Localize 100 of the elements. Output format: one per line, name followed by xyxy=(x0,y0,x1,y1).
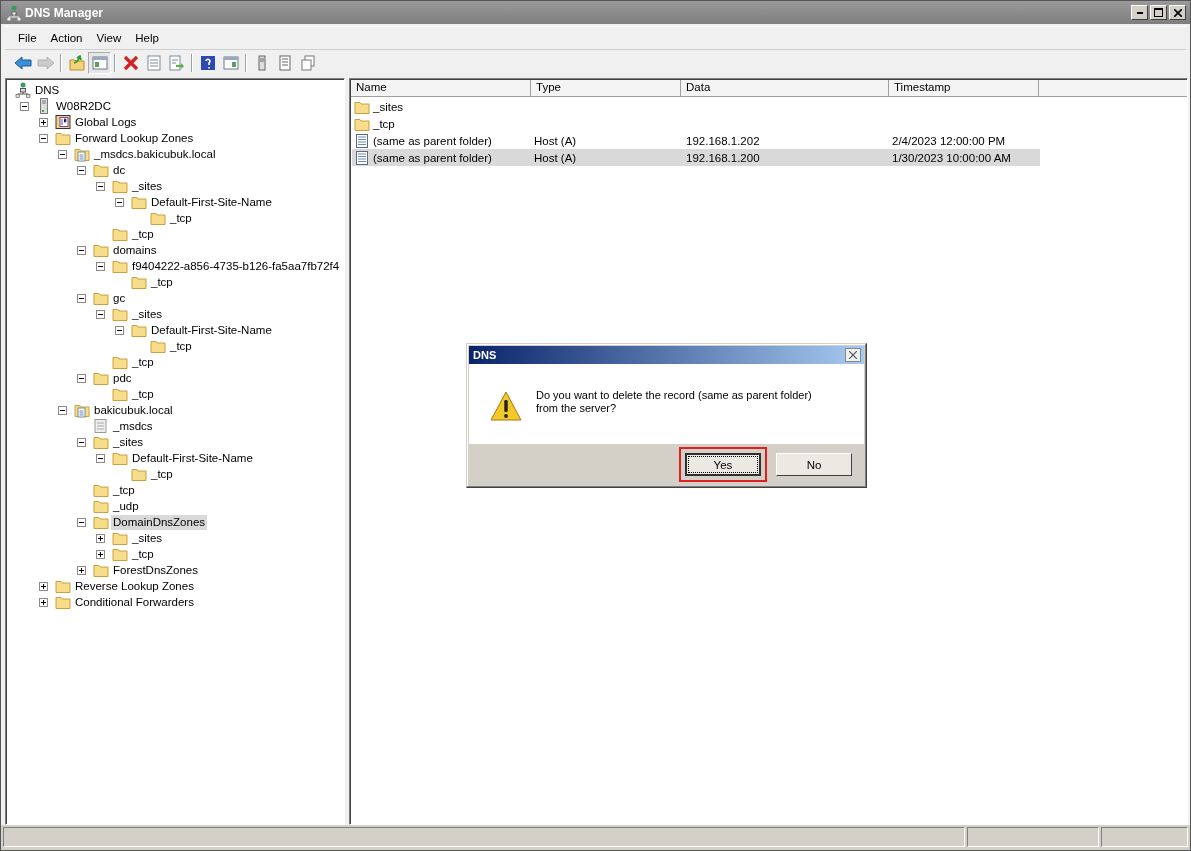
collapse-icon[interactable] xyxy=(77,245,86,255)
tree-item[interactable]: domains xyxy=(111,242,159,258)
document-icon xyxy=(145,55,162,71)
tree-item[interactable]: _udp xyxy=(111,498,141,514)
folder-icon xyxy=(93,498,109,514)
collapse-icon[interactable] xyxy=(115,325,124,335)
close-button[interactable] xyxy=(845,348,861,362)
maximize-button[interactable] xyxy=(1150,5,1167,20)
record-name: _sites xyxy=(373,100,404,113)
tree-item[interactable]: Default-First-Site-Name xyxy=(130,450,255,466)
folder-icon xyxy=(93,162,109,178)
folder-icon xyxy=(112,306,128,322)
tree-item[interactable]: _tcp xyxy=(149,466,175,482)
folder-icon xyxy=(93,370,109,386)
expand-icon[interactable] xyxy=(39,581,48,591)
record-type: Host (A) xyxy=(534,134,577,147)
back-arrow-icon xyxy=(13,55,32,71)
collapse-icon[interactable] xyxy=(96,261,105,271)
tree-item[interactable]: _tcp xyxy=(111,482,137,498)
collapse-icon[interactable] xyxy=(58,405,67,415)
tree-item[interactable]: _tcp xyxy=(168,338,194,354)
list-icon xyxy=(276,55,293,71)
tree-item[interactable]: gc xyxy=(111,290,128,306)
tree-item[interactable]: Reverse Lookup Zones xyxy=(73,578,196,594)
tree-item[interactable]: pdc xyxy=(111,370,134,386)
tree-item[interactable]: _sites xyxy=(130,306,165,322)
expand-icon[interactable] xyxy=(77,565,86,575)
expand-icon[interactable] xyxy=(39,117,48,127)
tree-item[interactable]: DomainDnsZones xyxy=(111,514,208,530)
tree-item[interactable]: _sites xyxy=(130,530,165,546)
tree-item[interactable]: ForestDnsZones xyxy=(111,562,200,578)
tree-item[interactable]: _tcp xyxy=(149,274,175,290)
selected-row[interactable]: (same as parent folder) Host (A) 192.168.1.200 1/30/2023 10:00:00 AM xyxy=(352,149,1040,166)
tree-item[interactable]: Conditional Forwarders xyxy=(73,594,196,610)
expand-icon[interactable] xyxy=(96,549,105,559)
column-header[interactable]: Timestamp xyxy=(889,80,1039,97)
column-header[interactable]: Type xyxy=(531,80,681,97)
collapse-icon[interactable] xyxy=(96,309,105,319)
expand-icon[interactable] xyxy=(39,597,48,607)
menu-item[interactable]: File xyxy=(11,30,44,46)
collapse-icon[interactable] xyxy=(39,133,48,143)
network-icon xyxy=(15,82,31,98)
dialog-button[interactable]: Yes xyxy=(685,453,761,476)
folder-icon xyxy=(112,386,128,402)
folder-icon xyxy=(112,546,128,562)
tree-item[interactable]: _tcp xyxy=(168,210,194,226)
forward-arrow-icon xyxy=(36,55,55,71)
tree-item[interactable]: Forward Lookup Zones xyxy=(73,130,196,146)
collapse-icon[interactable] xyxy=(77,373,86,383)
delete-icon xyxy=(122,55,139,71)
menu-item[interactable]: Action xyxy=(43,30,90,46)
menu-item[interactable]: Help xyxy=(128,30,166,46)
folder-icon xyxy=(93,514,109,530)
list-row[interactable]: _tcp xyxy=(352,115,1040,132)
column-header[interactable]: Data xyxy=(681,80,889,97)
zone-icon xyxy=(74,402,90,418)
dialog-button[interactable]: No xyxy=(776,453,852,476)
folder-icon xyxy=(112,226,128,242)
expand-icon[interactable] xyxy=(96,533,105,543)
collapse-icon[interactable] xyxy=(58,149,67,159)
copy-icon xyxy=(299,55,316,71)
collapse-icon[interactable] xyxy=(96,453,105,463)
collapse-icon[interactable] xyxy=(77,293,86,303)
list-row[interactable]: (same as parent folder) Host (A) 192.168.1.202 2/4/2023 12:00:00 PM xyxy=(352,132,1040,149)
collapse-icon[interactable] xyxy=(77,517,86,527)
column-header[interactable]: Name xyxy=(351,80,531,97)
tree-item[interactable]: Default-First-Site-Name xyxy=(149,322,274,338)
folder-icon xyxy=(55,130,71,146)
record-timestamp: 1/30/2023 10:00:00 AM xyxy=(892,151,1011,164)
tree-item[interactable]: W08R2DC xyxy=(54,98,113,114)
tree-item[interactable]: Default-First-Site-Name xyxy=(149,194,274,210)
tree-item[interactable]: _sites xyxy=(111,434,146,450)
tree-item[interactable]: Global Logs xyxy=(73,114,139,130)
menu-item[interactable]: View xyxy=(89,30,129,46)
tree-item[interactable]: _sites xyxy=(130,178,165,194)
collapse-icon[interactable] xyxy=(96,181,105,191)
tree-item[interactable]: DNS xyxy=(33,82,62,98)
folder-icon xyxy=(150,210,166,226)
tree-button[interactable] xyxy=(88,52,111,74)
collapse-icon[interactable] xyxy=(20,101,29,111)
record-data: 192.168.1.202 xyxy=(686,134,760,147)
tree-item[interactable]: _msdcs.bakicubuk.local xyxy=(92,146,218,162)
record-name: _tcp xyxy=(373,117,395,130)
tree-item[interactable]: bakicubuk.local xyxy=(92,402,175,418)
tree-item[interactable]: _tcp xyxy=(130,546,156,562)
tree-item[interactable]: dc xyxy=(111,162,128,178)
tree-item[interactable]: _tcp xyxy=(130,226,156,242)
list-row[interactable]: _sites xyxy=(352,98,1040,115)
tree-item[interactable]: _msdcs xyxy=(111,418,155,434)
close-icon xyxy=(849,351,857,359)
tree-item[interactable]: _tcp xyxy=(130,386,156,402)
record-name: (same as parent folder) xyxy=(373,134,492,147)
tree-item[interactable]: _tcp xyxy=(130,354,156,370)
collapse-icon[interactable] xyxy=(77,437,86,447)
collapse-icon[interactable] xyxy=(115,197,124,207)
collapse-icon[interactable] xyxy=(77,165,86,175)
dialog-title: DNS xyxy=(473,349,498,361)
tree-item[interactable]: f9404222-a856-4735-b126-fa5aa7fb72f4 xyxy=(130,258,342,274)
minimize-button[interactable] xyxy=(1131,5,1148,20)
network-icon xyxy=(7,4,21,21)
